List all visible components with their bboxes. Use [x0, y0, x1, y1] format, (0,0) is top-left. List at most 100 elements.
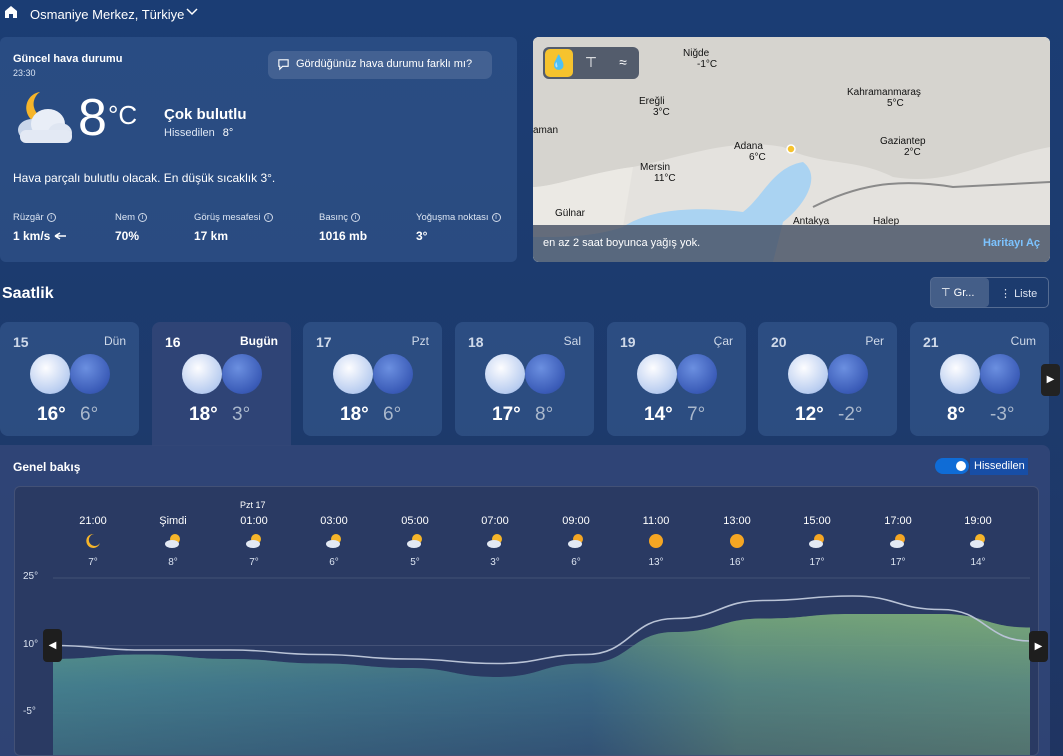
list-view-button[interactable]: ⋮ Liste: [1000, 287, 1037, 300]
temperature-area-shade: [53, 614, 1030, 755]
stat-dewpoint-value: 3°: [416, 229, 428, 243]
hour-time: 17:00: [884, 515, 912, 527]
feels-like-toggle-label: Hissedilen: [970, 458, 1028, 475]
stat-label: Yoğuşma noktası: [416, 212, 489, 223]
current-temperature: 8: [78, 89, 107, 147]
stat-wind-value: 1 km/s: [13, 229, 67, 243]
cloud-moon-icon: [18, 92, 72, 143]
info-icon[interactable]: i: [491, 213, 501, 222]
feels-like: Hissedilen 8°: [164, 127, 233, 139]
info-icon[interactable]: i: [138, 213, 148, 222]
hour-time: 03:00: [320, 515, 348, 527]
thermometer-icon[interactable]: ⊤: [577, 49, 605, 77]
stat-pressure[interactable]: Basınç i: [319, 212, 361, 223]
hour-time: 01:00: [240, 515, 268, 527]
map-city[interactable]: Mersin 11°C: [640, 162, 676, 184]
hour-temp: 3°: [490, 557, 500, 568]
day-name: Çar: [713, 334, 733, 348]
city-name: Mersin: [640, 162, 671, 173]
day-low-temp: -2°: [838, 404, 863, 425]
day-high-temp: 18°: [340, 404, 369, 425]
chart-icon: ⊤: [941, 287, 954, 299]
cloud-moon-icon: [246, 533, 262, 549]
day-card-19[interactable]: 19 Çar 14° 7°: [607, 322, 746, 436]
stat-wind[interactable]: Rüzgâr i: [13, 212, 56, 223]
weather-map[interactable]: 💧 ⊤ ≈ Niğde -1°C Ereğli 3°C Kahramanmaraş 5…: [533, 37, 1050, 262]
next-days-button[interactable]: ▶: [1041, 364, 1060, 396]
graph-view-label: Gr...: [953, 287, 975, 299]
info-icon[interactable]: i: [351, 213, 361, 222]
stat-label: Görüş mesafesi: [194, 212, 261, 223]
hour-time: 13:00: [723, 515, 751, 527]
map-city[interactable]: Gaziantep 2°C: [880, 136, 926, 158]
chart-next-button[interactable]: ▶: [1029, 631, 1048, 662]
hour-temp: 6°: [571, 557, 581, 568]
day-card-21[interactable]: 21 Cum 8° -3°: [910, 322, 1049, 436]
day-card-20[interactable]: 20 Per 12° -2°: [758, 322, 897, 436]
hour-time: 15:00: [803, 515, 831, 527]
info-icon[interactable]: i: [263, 213, 273, 222]
sun-icon: [940, 354, 980, 394]
day-card-16[interactable]: 16 Bugün 18° 3°: [152, 322, 291, 446]
cloud-moon-icon: [373, 354, 413, 394]
feedback-button[interactable]: Gördüğünüz hava durumu farklı mı?: [268, 51, 492, 79]
stat-humidity[interactable]: Nem i: [115, 212, 148, 223]
graph-view-button[interactable]: ⊤ Gr...: [931, 278, 989, 307]
cloud-sun-icon: [809, 533, 825, 549]
rain-icon: [677, 354, 717, 394]
stat-humidity-value: 70%: [115, 229, 140, 243]
city-temp: 5°C: [887, 98, 904, 109]
hour-time: 07:00: [481, 515, 509, 527]
open-map-link[interactable]: Haritayı Aç: [983, 237, 1040, 249]
chart-prev-button[interactable]: ◀: [43, 629, 62, 662]
cloud-icon: [70, 354, 110, 394]
cloud-sun-icon: [568, 533, 584, 549]
day-card-15[interactable]: 15 Dün 16° 6°: [0, 322, 139, 436]
day-high-temp: 16°: [37, 404, 66, 425]
y-tick-label: -5°: [23, 706, 36, 717]
temperature-unit[interactable]: °C: [108, 100, 137, 131]
day-card-18[interactable]: 18 Sal 17° 8°: [455, 322, 594, 436]
map-layer-switcher: 💧 ⊤ ≈: [543, 47, 639, 79]
cloud-moon-icon: [487, 533, 503, 549]
cloud-sun-icon: [890, 533, 906, 549]
day-number: 16: [165, 334, 181, 350]
day-card-17[interactable]: 17 Pzt 18° 6°: [303, 322, 442, 436]
precipitation-layer-icon[interactable]: 💧: [545, 49, 573, 77]
y-tick-label: 25°: [23, 571, 39, 582]
wind-icon[interactable]: ≈: [609, 49, 637, 77]
city-temp: -1°C: [697, 59, 718, 70]
stat-label: Nem: [115, 212, 136, 223]
cloud-moon-icon: [222, 354, 262, 394]
day-high-temp: 14°: [644, 404, 673, 425]
cloud-moon-icon: [326, 533, 342, 549]
feels-like-toggle[interactable]: [935, 458, 969, 474]
stat-dewpoint[interactable]: Yoğuşma noktası i: [416, 212, 501, 223]
day-high-temp: 17°: [492, 404, 521, 425]
location-name[interactable]: Osmaniye Merkez, Türkiye: [30, 7, 184, 22]
cloud-sun-icon: [182, 354, 222, 394]
map-city[interactable]: aman: [533, 125, 558, 136]
info-icon[interactable]: i: [46, 213, 56, 222]
day-name: Per: [865, 334, 884, 348]
hour-temp: 5°: [410, 557, 420, 568]
map-city[interactable]: Kahramanmaraş 5°C: [847, 87, 921, 109]
home-icon[interactable]: [3, 4, 19, 20]
city-name: Adana: [734, 141, 763, 152]
city-name: Niğde: [683, 48, 710, 59]
date-marker: Pzt 17: [240, 500, 266, 510]
city-name: Kahramanmaraş: [847, 87, 921, 98]
day-low-temp: 6°: [80, 404, 99, 425]
map-city[interactable]: Niğde -1°C: [683, 48, 717, 70]
stat-visibility[interactable]: Görüş mesafesi i: [194, 212, 273, 223]
map-city[interactable]: Ereğli 3°C: [639, 96, 670, 118]
moon-icon: [980, 354, 1020, 394]
map-city[interactable]: Adana 6°C: [734, 141, 766, 163]
hour-temp: 13°: [648, 557, 664, 568]
day-low-temp: -3°: [990, 404, 1015, 425]
moon-icon: [85, 533, 101, 549]
day-low-temp: 6°: [383, 404, 402, 425]
chevron-down-icon[interactable]: [186, 8, 198, 16]
map-city[interactable]: Gülnar: [555, 208, 585, 219]
cloud-sun-icon: [485, 354, 525, 394]
